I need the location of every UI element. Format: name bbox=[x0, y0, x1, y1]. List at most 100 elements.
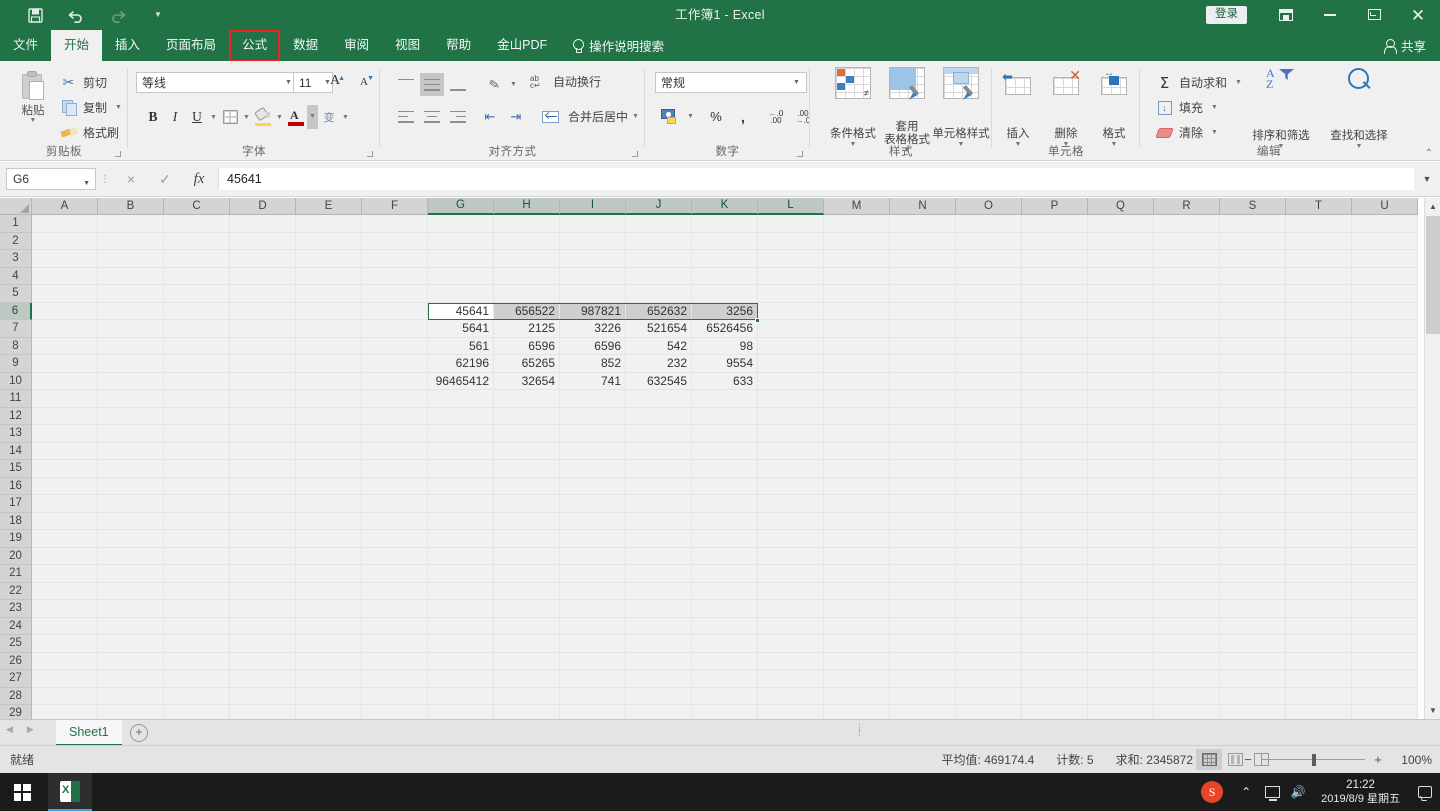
cell-g2[interactable] bbox=[428, 232, 494, 250]
cell-l5[interactable] bbox=[758, 285, 824, 303]
cell-k12[interactable] bbox=[692, 407, 758, 425]
cell-k28[interactable] bbox=[692, 687, 758, 705]
cell-r10[interactable] bbox=[1154, 372, 1220, 390]
increase-font-size-button[interactable]: A ▲ bbox=[324, 73, 346, 93]
add-sheet-button[interactable]: + bbox=[130, 724, 148, 742]
cell-o20[interactable] bbox=[956, 547, 1022, 565]
column-header-q[interactable]: Q bbox=[1088, 198, 1154, 215]
cell-m1[interactable] bbox=[824, 215, 890, 233]
sign-in-button[interactable]: 登录 bbox=[1206, 6, 1247, 24]
cell-k24[interactable] bbox=[692, 617, 758, 635]
cell-f20[interactable] bbox=[362, 547, 428, 565]
row-header-19[interactable]: 19 bbox=[0, 530, 32, 548]
cell-e25[interactable] bbox=[296, 635, 362, 653]
cell-g26[interactable] bbox=[428, 652, 494, 670]
row-header-16[interactable]: 16 bbox=[0, 477, 32, 495]
cell-i24[interactable] bbox=[560, 617, 626, 635]
cell-a8[interactable] bbox=[32, 337, 98, 355]
cell-area[interactable]: 45641 656522 987821 652632 3256 5641 2125 3226 5… bbox=[32, 215, 1418, 723]
cell-a19[interactable] bbox=[32, 530, 98, 548]
cell-h11[interactable] bbox=[494, 390, 560, 408]
cell-n18[interactable] bbox=[890, 512, 956, 530]
row-header-22[interactable]: 22 bbox=[0, 582, 32, 600]
cell-d26[interactable] bbox=[230, 652, 296, 670]
cell-u1[interactable] bbox=[1352, 215, 1418, 233]
cell-l2[interactable] bbox=[758, 232, 824, 250]
expand-formula-bar-icon[interactable]: ▼ bbox=[1414, 174, 1440, 184]
cell-g20[interactable] bbox=[428, 547, 494, 565]
cell-n5[interactable] bbox=[890, 285, 956, 303]
cell-a26[interactable] bbox=[32, 652, 98, 670]
cell-l6[interactable] bbox=[758, 302, 824, 320]
cell-s16[interactable] bbox=[1220, 477, 1286, 495]
taskbar-excel-button[interactable] bbox=[48, 773, 92, 811]
orientation-dropdown-icon[interactable]: ▼ bbox=[508, 81, 519, 88]
cell-j16[interactable] bbox=[626, 477, 692, 495]
row-header-9[interactable]: 9 bbox=[0, 355, 32, 373]
column-header-i[interactable]: I bbox=[560, 198, 626, 215]
cell-f1[interactable] bbox=[362, 215, 428, 233]
cell-i15[interactable] bbox=[560, 460, 626, 478]
cell-b2[interactable] bbox=[98, 232, 164, 250]
row-header-4[interactable]: 4 bbox=[0, 267, 32, 285]
cell-a13[interactable] bbox=[32, 425, 98, 443]
cell-e5[interactable] bbox=[296, 285, 362, 303]
cell-i23[interactable] bbox=[560, 600, 626, 618]
cell-i8[interactable]: 6596 bbox=[560, 337, 626, 355]
percent-format-button[interactable]: % bbox=[704, 105, 728, 128]
cell-i4[interactable] bbox=[560, 267, 626, 285]
cell-c1[interactable] bbox=[164, 215, 230, 233]
cell-n21[interactable] bbox=[890, 565, 956, 583]
font-name-input[interactable]: 等线 bbox=[136, 72, 296, 93]
font-color-dropdown-icon[interactable]: ▼ bbox=[307, 105, 318, 129]
cell-p2[interactable] bbox=[1022, 232, 1088, 250]
cell-j13[interactable] bbox=[626, 425, 692, 443]
cell-u20[interactable] bbox=[1352, 547, 1418, 565]
cell-e7[interactable] bbox=[296, 320, 362, 338]
cell-i7[interactable]: 3226 bbox=[560, 320, 626, 338]
cell-g13[interactable] bbox=[428, 425, 494, 443]
cell-e26[interactable] bbox=[296, 652, 362, 670]
cell-o17[interactable] bbox=[956, 495, 1022, 513]
row-header-5[interactable]: 5 bbox=[0, 285, 32, 303]
cell-h15[interactable] bbox=[494, 460, 560, 478]
cell-q3[interactable] bbox=[1088, 250, 1154, 268]
cell-p23[interactable] bbox=[1022, 600, 1088, 618]
cell-s5[interactable] bbox=[1220, 285, 1286, 303]
cell-m3[interactable] bbox=[824, 250, 890, 268]
cell-t23[interactable] bbox=[1286, 600, 1352, 618]
paste-dropdown-icon[interactable]: ▼ bbox=[8, 117, 58, 124]
cell-u25[interactable] bbox=[1352, 635, 1418, 653]
cell-n14[interactable] bbox=[890, 442, 956, 460]
cell-t5[interactable] bbox=[1286, 285, 1352, 303]
bold-button[interactable]: B bbox=[142, 105, 164, 129]
cell-s22[interactable] bbox=[1220, 582, 1286, 600]
cell-l28[interactable] bbox=[758, 687, 824, 705]
cell-u8[interactable] bbox=[1352, 337, 1418, 355]
cell-j12[interactable] bbox=[626, 407, 692, 425]
cell-c23[interactable] bbox=[164, 600, 230, 618]
cell-p6[interactable] bbox=[1022, 302, 1088, 320]
cell-t20[interactable] bbox=[1286, 547, 1352, 565]
cell-e11[interactable] bbox=[296, 390, 362, 408]
cell-b14[interactable] bbox=[98, 442, 164, 460]
cell-h17[interactable] bbox=[494, 495, 560, 513]
cell-u23[interactable] bbox=[1352, 600, 1418, 618]
number-format-select[interactable]: 常规 bbox=[655, 72, 807, 93]
cell-k15[interactable] bbox=[692, 460, 758, 478]
merge-center-label[interactable]: 合并后居中 bbox=[568, 108, 628, 125]
cell-h8[interactable]: 6596 bbox=[494, 337, 560, 355]
cell-d19[interactable] bbox=[230, 530, 296, 548]
cell-r9[interactable] bbox=[1154, 355, 1220, 373]
cell-f5[interactable] bbox=[362, 285, 428, 303]
cell-u16[interactable] bbox=[1352, 477, 1418, 495]
cell-l17[interactable] bbox=[758, 495, 824, 513]
cell-i14[interactable] bbox=[560, 442, 626, 460]
cell-k23[interactable] bbox=[692, 600, 758, 618]
cell-c8[interactable] bbox=[164, 337, 230, 355]
cell-t11[interactable] bbox=[1286, 390, 1352, 408]
cell-u7[interactable] bbox=[1352, 320, 1418, 338]
row-header-21[interactable]: 21 bbox=[0, 565, 32, 583]
cell-k8[interactable]: 98 bbox=[692, 337, 758, 355]
cell-u3[interactable] bbox=[1352, 250, 1418, 268]
